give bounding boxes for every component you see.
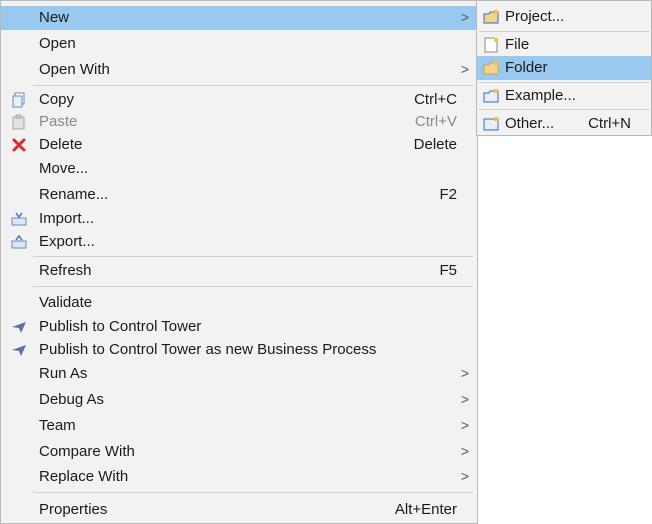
menu-item-export[interactable]: Export... <box>1 230 477 254</box>
submenu-arrow-icon: > <box>460 61 469 77</box>
new-folder-icon <box>483 61 499 75</box>
menu-item-run-as[interactable]: Run As > <box>1 362 477 386</box>
menu-item-label: Properties <box>39 501 108 518</box>
new-submenu: Project... File Folder Example... Other.… <box>476 0 652 136</box>
publish-icon <box>12 345 26 356</box>
submenu-item-project[interactable]: Project... <box>477 5 651 29</box>
submenu-arrow-icon: > <box>460 443 469 459</box>
menu-item-shortcut: Alt+Enter <box>394 501 457 518</box>
submenu-arrow-icon: > <box>460 365 469 381</box>
menu-item-team[interactable]: Team > <box>1 414 477 438</box>
menu-item-label: Project... <box>505 8 565 25</box>
menu-item-label: Paste <box>39 113 78 130</box>
menu-item-label: Copy <box>39 91 75 108</box>
menu-item-shortcut: Delete <box>413 136 457 153</box>
menu-item-label: Move... <box>39 160 89 177</box>
other-wizard-icon <box>483 117 499 131</box>
delete-icon <box>12 138 26 152</box>
menu-item-label: Publish to Control Tower <box>39 318 202 335</box>
menu-item-label: Folder <box>505 59 548 76</box>
menu-item-label: Import... <box>39 210 95 227</box>
menu-item-label: Export... <box>39 233 95 250</box>
import-icon <box>11 212 27 226</box>
menu-separator <box>33 256 473 257</box>
menu-item-debug-as[interactable]: Debug As > <box>1 388 477 412</box>
menu-item-label: New <box>39 9 70 26</box>
submenu-arrow-icon: > <box>460 9 469 25</box>
menu-item-shortcut: Ctrl+V <box>414 113 457 130</box>
menu-item-label: Open <box>39 35 76 52</box>
menu-separator <box>479 109 649 110</box>
menu-item-label: Debug As <box>39 391 105 408</box>
menu-item-shortcut: F2 <box>439 186 457 203</box>
menu-item-shortcut: Ctrl+N <box>588 115 631 132</box>
submenu-item-other[interactable]: Other... Ctrl+N <box>477 112 651 136</box>
menu-item-label: Validate <box>39 294 93 311</box>
menu-item-label: Replace With <box>39 468 129 485</box>
menu-item-move[interactable]: Move... <box>1 157 477 181</box>
menu-separator <box>33 85 473 86</box>
menu-item-open[interactable]: Open <box>1 32 477 56</box>
menu-item-replace-with[interactable]: Replace With > <box>1 465 477 489</box>
menu-item-label: Publish to Control Tower as new Business… <box>39 341 377 358</box>
menu-item-open-with[interactable]: Open With > <box>1 58 477 82</box>
export-icon <box>11 234 27 249</box>
menu-item-shortcut: Ctrl+C <box>414 91 457 108</box>
submenu-item-file[interactable]: File <box>477 33 651 57</box>
menu-item-label: Open With <box>39 61 110 78</box>
submenu-arrow-icon: > <box>460 468 469 484</box>
submenu-arrow-icon: > <box>460 417 469 433</box>
submenu-item-example[interactable]: Example... <box>477 84 651 108</box>
menu-item-delete[interactable]: Delete Delete <box>1 133 477 157</box>
copy-icon <box>12 92 25 108</box>
menu-item-compare-with[interactable]: Compare With > <box>1 440 477 464</box>
menu-item-label: Compare With <box>39 443 135 460</box>
context-menu: New > Open Open With > Copy Ctrl+C Paste… <box>0 0 478 524</box>
menu-item-validate[interactable]: Validate <box>1 291 477 315</box>
menu-item-publish[interactable]: Publish to Control Tower <box>1 315 477 339</box>
menu-item-label: Run As <box>39 365 88 382</box>
publish-icon <box>12 322 26 333</box>
paste-icon <box>12 114 25 130</box>
menu-item-label: Refresh <box>39 262 92 279</box>
menu-separator <box>479 82 649 83</box>
new-file-icon <box>484 37 498 53</box>
menu-item-copy[interactable]: Copy Ctrl+C <box>1 88 477 112</box>
menu-item-label: Team <box>39 417 76 434</box>
menu-item-refresh[interactable]: Refresh F5 <box>1 259 477 283</box>
example-icon <box>483 89 499 103</box>
menu-item-label: Other... <box>505 115 555 132</box>
menu-item-properties[interactable]: Properties Alt+Enter <box>1 498 477 522</box>
menu-item-label: Delete <box>39 136 83 153</box>
menu-item-rename[interactable]: Rename... F2 <box>1 183 477 207</box>
menu-item-import[interactable]: Import... <box>1 207 477 231</box>
new-project-icon <box>483 10 499 24</box>
submenu-arrow-icon: > <box>460 391 469 407</box>
menu-item-label: File <box>505 36 530 53</box>
menu-item-new[interactable]: New > <box>1 6 477 30</box>
menu-separator <box>33 492 473 493</box>
menu-item-label: Rename... <box>39 186 109 203</box>
submenu-item-folder[interactable]: Folder <box>477 56 651 80</box>
menu-item-publish-new[interactable]: Publish to Control Tower as new Business… <box>1 338 477 362</box>
menu-separator <box>479 31 649 32</box>
menu-item-shortcut: F5 <box>439 262 457 279</box>
menu-item-label: Example... <box>505 87 576 104</box>
menu-item-paste[interactable]: Paste Ctrl+V <box>1 110 477 134</box>
menu-separator <box>33 286 473 287</box>
